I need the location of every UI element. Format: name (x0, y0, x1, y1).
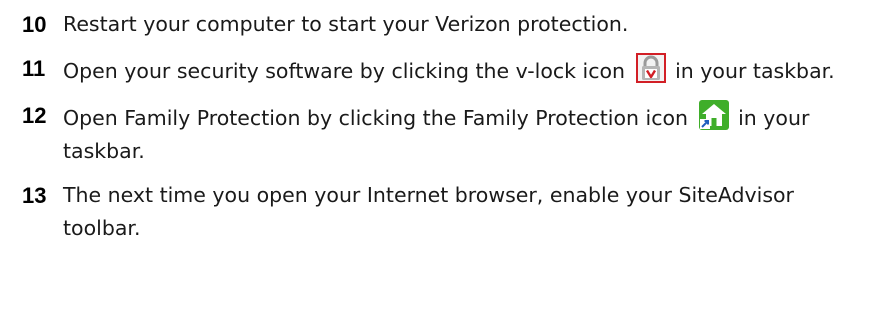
step-11: 11 Open your security software by clicki… (22, 52, 862, 88)
step-text-after: in your taskbar. (675, 59, 835, 83)
family-protection-icon (698, 99, 730, 131)
instruction-steps: 10 Restart your computer to start your V… (22, 8, 862, 245)
step-12: 12 Open Family Protection by clicking th… (22, 99, 862, 168)
step-text: Restart your computer to start your Veri… (63, 12, 629, 36)
step-number: 12 (22, 103, 47, 128)
v-lock-icon (635, 52, 667, 84)
step-number: 10 (22, 12, 47, 37)
step-text: The next time you open your Internet bro… (63, 183, 794, 240)
step-text-before: Open your security software by clicking … (63, 59, 626, 83)
step-10: 10 Restart your computer to start your V… (22, 8, 862, 41)
step-text-before: Open Family Protection by clicking the F… (63, 106, 689, 130)
step-13: 13 The next time you open your Internet … (22, 179, 862, 245)
step-number: 11 (22, 56, 46, 81)
step-number: 13 (22, 183, 47, 208)
